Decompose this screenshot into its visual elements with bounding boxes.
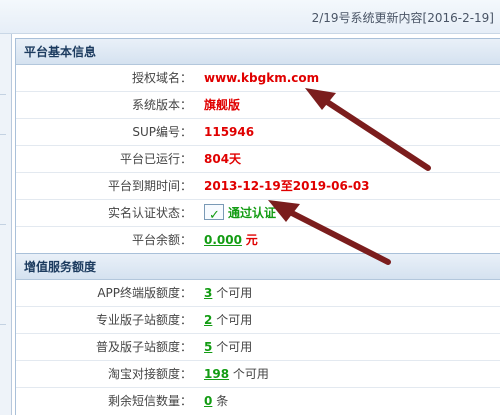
quota-row-sms: 剩余短信数量： 0 条: [16, 388, 500, 415]
row-label: 专业版子站额度：: [95, 313, 192, 327]
expiry-value: 2013-12-19至2019-06-03: [204, 179, 370, 193]
top-bar: 2/19号系统更新内容[2016-2-19]: [0, 0, 500, 34]
quota-value: 0 条: [204, 388, 228, 414]
certificate-icon: [204, 203, 224, 229]
value-added-panel: 增值服务额度 APP终端版额度： 3 个可用 专业版子站额度： 2 个可用 普及…: [15, 253, 500, 415]
row-label: APP终端版额度：: [97, 286, 192, 300]
quota-value: 3 个可用: [204, 280, 252, 306]
domain-value: www.kbgkm.com: [204, 71, 320, 85]
value-added-title: 增值服务额度: [16, 254, 500, 280]
update-notice-link[interactable]: 2/19号系统更新内容[2016-2-19]: [312, 9, 494, 26]
sup-number-value: 115946: [204, 125, 255, 139]
row-label: 平台已运行：: [119, 152, 192, 166]
quota-unit: 个可用: [232, 367, 269, 381]
row-label: 剩余短信数量：: [107, 394, 192, 408]
sidebar-divider: [0, 224, 6, 225]
sidebar-divider: [0, 324, 6, 325]
basic-substation-quota-link[interactable]: 5: [204, 340, 212, 354]
uptime-value: 804天: [204, 152, 242, 166]
info-row-uptime: 平台已运行： 804天: [16, 146, 500, 173]
basic-info-panel: 平台基本信息 授权域名： www.kbgkm.com 系统版本： 旗舰版 SUP…: [15, 38, 500, 255]
info-row-domain: 授权域名： www.kbgkm.com: [16, 65, 500, 92]
row-label: 平台余额：: [131, 233, 192, 247]
balance-unit: 元: [245, 233, 258, 247]
quota-unit: 条: [216, 394, 229, 408]
taobao-quota-link[interactable]: 198: [204, 367, 229, 381]
row-label: SUP编号：: [132, 125, 192, 139]
quota-row-app: APP终端版额度： 3 个可用: [16, 280, 500, 307]
quota-row-basic-substation: 普及版子站额度： 5 个可用: [16, 334, 500, 361]
quota-value: 2 个可用: [204, 307, 252, 333]
version-value: 旗舰版: [204, 98, 241, 112]
quota-row-taobao: 淘宝对接额度： 198 个可用: [16, 361, 500, 388]
quota-unit: 个可用: [216, 286, 253, 300]
sidebar: [0, 34, 12, 415]
row-label: 平台到期时间：: [107, 179, 192, 193]
row-label: 淘宝对接额度：: [107, 367, 192, 381]
verification-text: 通过认证: [228, 206, 277, 220]
quota-row-pro-substation: 专业版子站额度： 2 个可用: [16, 307, 500, 334]
quota-value: 198 个可用: [204, 361, 269, 387]
basic-info-title: 平台基本信息: [16, 39, 500, 65]
info-row-version: 系统版本： 旗舰版: [16, 92, 500, 119]
app-quota-link[interactable]: 3: [204, 286, 212, 300]
balance-value: 0.000 元: [204, 227, 258, 253]
sidebar-divider: [0, 134, 6, 135]
info-row-expiry: 平台到期时间： 2013-12-19至2019-06-03: [16, 173, 500, 200]
row-label: 授权域名：: [131, 71, 192, 85]
quota-unit: 个可用: [216, 313, 253, 327]
row-label: 系统版本：: [131, 98, 192, 112]
sidebar-divider: [0, 94, 6, 95]
sms-quota-link[interactable]: 0: [204, 394, 212, 408]
verification-status: 通过认证: [204, 200, 277, 229]
quota-value: 5 个可用: [204, 334, 252, 360]
row-label: 普及版子站额度：: [95, 340, 192, 354]
info-row-balance: 平台余额： 0.000 元: [16, 227, 500, 254]
quota-unit: 个可用: [216, 340, 253, 354]
balance-amount-link[interactable]: 0.000: [204, 233, 242, 247]
info-row-verification: 实名认证状态： 通过认证: [16, 200, 500, 229]
row-label: 实名认证状态：: [107, 206, 192, 220]
pro-substation-quota-link[interactable]: 2: [204, 313, 212, 327]
info-row-sup: SUP编号： 115946: [16, 119, 500, 146]
